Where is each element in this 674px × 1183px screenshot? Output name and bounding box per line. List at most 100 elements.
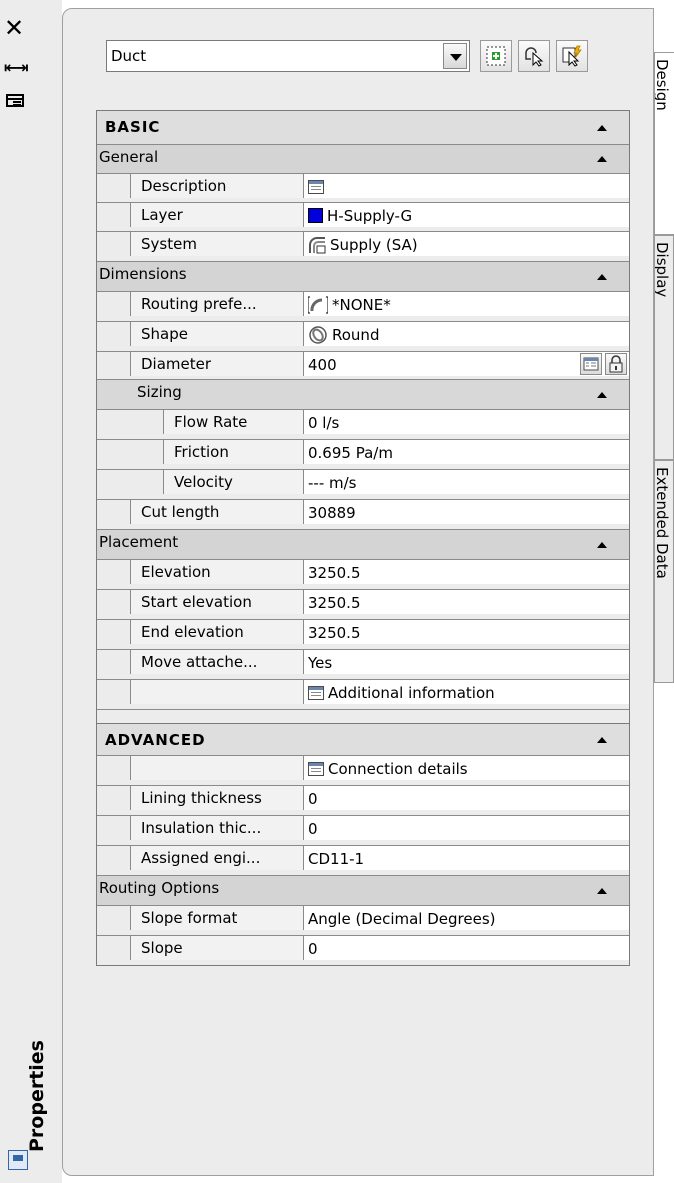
palette-bottom-icon[interactable] xyxy=(8,1150,28,1170)
table-icon[interactable] xyxy=(308,179,324,194)
prop-row-assigned-engineer[interactable]: Assigned engi... CD11-1 xyxy=(97,845,629,875)
toggle-pickadd-button[interactable] xyxy=(480,40,512,72)
chevron-down-icon[interactable] xyxy=(443,43,467,69)
prop-row-start-elevation[interactable]: Start elevation 3250.5 xyxy=(97,589,629,619)
prop-row-move-attached[interactable]: Move attache... Yes xyxy=(97,649,629,679)
prop-value[interactable]: *NONE* xyxy=(303,292,629,316)
prop-name: Diameter xyxy=(130,352,303,376)
prop-row-insulation-thickness[interactable]: Insulation thic... 0 xyxy=(97,815,629,845)
layer-value: H-Supply-G xyxy=(327,207,413,225)
table-icon xyxy=(308,685,324,700)
collapse-icon[interactable] xyxy=(597,273,607,280)
prop-value[interactable]: 0 l/s xyxy=(303,410,629,434)
select-objects-button[interactable] xyxy=(518,40,550,72)
prop-value[interactable]: CD11-1 xyxy=(303,846,629,870)
end-elevation-value: 3250.5 xyxy=(308,624,361,642)
prop-row-friction[interactable]: Friction 0.695 Pa/m xyxy=(97,439,629,469)
prop-value[interactable]: Supply (SA) xyxy=(303,232,629,256)
prop-row-shape[interactable]: Shape Round xyxy=(97,321,629,351)
additional-information-label: Additional information xyxy=(328,684,495,702)
prop-value[interactable]: 0 xyxy=(303,786,629,810)
prop-row-additional-information[interactable]: Additional information xyxy=(97,679,629,709)
connection-details-label: Connection details xyxy=(328,760,468,778)
prop-value[interactable]: Angle (Decimal Degrees) xyxy=(303,906,629,930)
prop-row-routing-preference[interactable]: Routing prefe... *NONE* xyxy=(97,291,629,321)
prop-row-slope-format[interactable]: Slope format Angle (Decimal Degrees) xyxy=(97,905,629,935)
collapse-icon[interactable] xyxy=(597,124,607,131)
prop-name: Description xyxy=(130,174,303,198)
prop-value[interactable]: 0 xyxy=(303,816,629,840)
prop-name: Insulation thic... xyxy=(130,816,303,840)
prop-row-layer[interactable]: Layer H-Supply-G xyxy=(97,202,629,231)
prop-row-system[interactable]: System Supply (SA) xyxy=(97,231,629,261)
group-sizing[interactable]: Sizing xyxy=(97,379,629,409)
system-value: Supply (SA) xyxy=(330,236,418,254)
start-elevation-value: 3250.5 xyxy=(308,594,361,612)
collapse-icon[interactable] xyxy=(597,887,607,894)
collapse-icon[interactable] xyxy=(597,541,607,548)
prop-value[interactable]: 0.695 Pa/m xyxy=(303,440,629,464)
prop-value[interactable]: --- m/s xyxy=(303,470,629,494)
group-dimensions[interactable]: Dimensions xyxy=(97,261,629,291)
tab-extended-data[interactable]: Extended Data xyxy=(654,460,674,683)
routing-icon xyxy=(308,296,328,313)
group-routing-options-label: Routing Options xyxy=(99,879,220,897)
collapse-icon[interactable] xyxy=(597,156,607,162)
properties-menu-icon[interactable] xyxy=(6,94,24,107)
prop-row-lining-thickness[interactable]: Lining thickness 0 xyxy=(97,785,629,815)
prop-name xyxy=(130,680,303,704)
table-icon xyxy=(308,761,324,776)
property-grid: BASIC General Description Layer H-Supply… xyxy=(96,110,630,966)
prop-value[interactable]: 3250.5 xyxy=(303,620,629,644)
tab-design-label: Design xyxy=(654,59,671,111)
category-basic[interactable]: BASIC xyxy=(97,110,629,144)
close-icon[interactable]: ✕ xyxy=(4,16,24,40)
prop-row-flow-rate[interactable]: Flow Rate 0 l/s xyxy=(97,409,629,439)
velocity-value: --- m/s xyxy=(308,474,357,492)
lock-icon xyxy=(609,355,623,373)
collapse-icon[interactable] xyxy=(597,391,607,398)
group-routing-options[interactable]: Routing Options xyxy=(97,875,629,905)
move-attached-value: Yes xyxy=(308,654,333,672)
select-objects-icon xyxy=(525,47,544,67)
prop-row-elevation[interactable]: Elevation 3250.5 xyxy=(97,559,629,589)
connection-details-link[interactable]: Connection details xyxy=(303,756,629,780)
prop-row-slope[interactable]: Slope 0 xyxy=(97,935,629,965)
slope-value: 0 xyxy=(308,940,318,958)
additional-information-link[interactable]: Additional information xyxy=(303,680,629,704)
palette-title: Properties xyxy=(26,1040,48,1152)
prop-value[interactable]: 3250.5 xyxy=(303,560,629,584)
auto-hide-icon[interactable]: ⇤⇥ xyxy=(4,58,29,77)
shape-value: Round xyxy=(332,326,380,344)
prop-value[interactable]: Yes xyxy=(303,650,629,674)
size-calculator-button[interactable] xyxy=(580,353,602,375)
prop-row-end-elevation[interactable]: End elevation 3250.5 xyxy=(97,619,629,649)
prop-value[interactable]: 30889 xyxy=(303,500,629,524)
prop-row-description[interactable]: Description xyxy=(97,173,629,202)
diameter-value: 400 xyxy=(308,356,337,374)
group-placement[interactable]: Placement xyxy=(97,529,629,559)
prop-row-diameter[interactable]: Diameter 400 xyxy=(97,351,629,379)
prop-row-velocity[interactable]: Velocity --- m/s xyxy=(97,469,629,499)
lock-button[interactable] xyxy=(605,353,627,375)
prop-value[interactable]: H-Supply-G xyxy=(303,203,629,227)
tab-display-label: Display xyxy=(654,242,671,298)
prop-value[interactable]: 0 xyxy=(303,936,629,960)
round-shape-icon xyxy=(309,325,327,344)
prop-row-cut-length[interactable]: Cut length 30889 xyxy=(97,499,629,529)
tab-display[interactable]: Display xyxy=(654,235,674,460)
slope-format-value: Angle (Decimal Degrees) xyxy=(308,910,496,928)
prop-value[interactable]: 3250.5 xyxy=(303,590,629,614)
category-advanced[interactable]: ADVANCED xyxy=(97,723,629,755)
object-type-select[interactable]: Duct xyxy=(106,40,470,72)
prop-row-connection-details[interactable]: Connection details xyxy=(97,755,629,785)
prop-value[interactable]: Round xyxy=(303,322,629,346)
group-sizing-label: Sizing xyxy=(137,383,182,401)
quick-select-button[interactable] xyxy=(556,40,588,72)
prop-value[interactable] xyxy=(303,174,629,198)
group-general[interactable]: General xyxy=(97,144,629,173)
prop-name: Assigned engi... xyxy=(130,846,303,870)
collapse-icon[interactable] xyxy=(597,736,607,743)
prop-name: Slope xyxy=(130,936,303,960)
tab-design[interactable]: Design xyxy=(654,52,674,235)
